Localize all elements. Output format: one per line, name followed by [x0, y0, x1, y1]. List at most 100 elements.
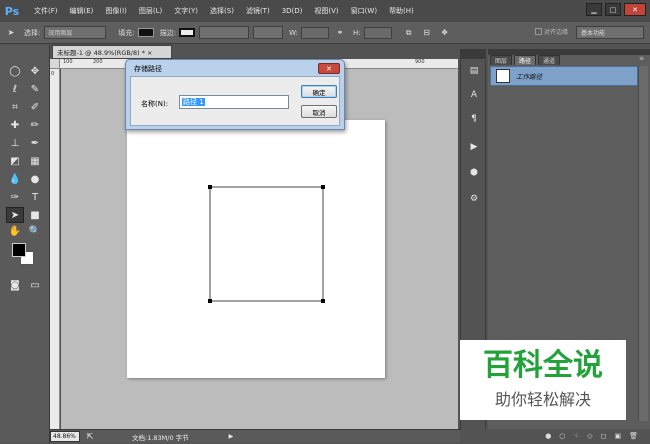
ruler-corner: [50, 59, 60, 69]
stroke-path-icon[interactable]: ○: [559, 432, 565, 440]
fill-swatch[interactable]: [137, 28, 154, 37]
brush-tool-icon[interactable]: ✏: [26, 117, 44, 133]
hand-tool-icon[interactable]: ✋: [6, 223, 24, 239]
tab-paths[interactable]: 路径: [514, 55, 537, 65]
status-bar: 48.86% ⇱ 文档:1.83M/0 字节 ▶: [50, 429, 460, 443]
load-selection-icon[interactable]: ⁘: [573, 432, 579, 440]
clone-stamp-tool-icon[interactable]: ⊥: [6, 135, 24, 151]
path-select-tool-icon[interactable]: ➤: [4, 26, 18, 40]
elliptical-marquee-tool-icon[interactable]: ◯: [6, 63, 24, 79]
panel-menu-icon[interactable]: ≡: [639, 55, 644, 62]
rectangle-tool-icon[interactable]: ■: [26, 207, 44, 223]
menu-help[interactable]: 帮助(H): [389, 6, 414, 16]
height-field[interactable]: [363, 26, 392, 39]
document-info: 文档:1.83M/0 字节: [132, 433, 189, 442]
make-work-path-icon[interactable]: ◇: [587, 432, 592, 440]
stroke-swatch[interactable]: [179, 28, 196, 37]
crop-tool-icon[interactable]: ⌗: [6, 99, 24, 115]
path-selection-tool-icon[interactable]: ➤: [6, 207, 24, 223]
align-edges-option[interactable]: 对齐边缘: [535, 27, 568, 36]
move-tool-icon[interactable]: ✥: [26, 63, 44, 79]
history-brush-tool-icon[interactable]: ✒: [26, 135, 44, 151]
panel-footer: ● ○ ⁘ ◇ ◻ ▣ 🗑: [488, 429, 650, 443]
zoom-field[interactable]: 48.86%: [50, 431, 80, 442]
link-icon[interactable]: ⚭: [333, 26, 347, 40]
path-name: 工作路径: [516, 73, 542, 81]
document-tab[interactable]: 未标题-1 @ 48.9%(RGB/8) * ×: [52, 45, 172, 59]
close-button[interactable]: ✕: [624, 3, 646, 16]
quick-select-tool-icon[interactable]: ✎: [26, 81, 44, 97]
type-tool-icon[interactable]: T: [26, 189, 44, 205]
eyedropper-tool-icon[interactable]: ✐: [26, 99, 44, 115]
document-canvas[interactable]: [127, 120, 385, 378]
width-field[interactable]: [300, 26, 329, 39]
eraser-tool-icon[interactable]: ◩: [6, 153, 24, 169]
gradient-tool-icon[interactable]: ▦: [26, 153, 44, 169]
photoshop-logo: Ps: [4, 4, 20, 18]
actions-panel-icon[interactable]: ▶: [466, 140, 482, 154]
stroke-type-dropdown[interactable]: [253, 26, 284, 39]
watermark-subtitle: 助你轻松解决: [494, 390, 591, 409]
menu-view[interactable]: 视图(V): [314, 6, 338, 16]
menu-bar: Ps 文件(F) 编辑(E) 图像(I) 图层(L) 文字(Y) 选择(S) 滤…: [0, 0, 650, 22]
quick-mask-icon[interactable]: ◙: [6, 277, 24, 293]
paragraph-panel-icon[interactable]: ¶: [466, 112, 482, 126]
watermark-logo: 百科全说 助你轻松解决: [460, 340, 626, 420]
ruler-mark: 200: [93, 59, 103, 65]
tab-channels[interactable]: 通道: [538, 55, 561, 65]
status-menu-arrow[interactable]: ▶: [229, 433, 234, 440]
add-mask-icon[interactable]: ◻: [601, 432, 607, 440]
panel-scrollbar[interactable]: [638, 66, 648, 421]
path-arrangement-icon[interactable]: ❖: [438, 26, 452, 40]
3d-panel-icon[interactable]: ⬢: [466, 166, 482, 180]
path-operations-icon[interactable]: ⧉: [402, 26, 416, 40]
foreground-color-swatch[interactable]: [12, 243, 26, 257]
watermark-title: 百科全说: [483, 348, 603, 383]
fill-path-icon[interactable]: ●: [545, 432, 551, 440]
blur-tool-icon[interactable]: 💧: [6, 171, 24, 187]
save-path-dialog: 存储路径 ✕ 名称(N): 路径 1 确定 取消: [125, 59, 345, 130]
window-controls: ▁ □ ✕: [586, 3, 646, 16]
character-panel-icon[interactable]: A: [466, 88, 482, 102]
menu-filter[interactable]: 滤镜(T): [246, 6, 270, 16]
vertical-ruler: 0: [50, 69, 60, 429]
cancel-button[interactable]: 取消: [301, 105, 337, 118]
dodge-tool-icon[interactable]: ●: [26, 171, 44, 187]
work-path-row[interactable]: 工作路径: [490, 66, 638, 86]
menu-select[interactable]: 选择(S): [210, 6, 234, 16]
path-name-value: 路径 1: [182, 98, 205, 106]
select-dropdown[interactable]: 现用图层: [44, 26, 107, 39]
history-panel-icon[interactable]: ▤: [466, 64, 482, 78]
path-alignment-icon[interactable]: ⊟: [420, 26, 434, 40]
menu-layer[interactable]: 图层(L): [139, 6, 162, 16]
properties-panel-icon[interactable]: ⚙: [466, 192, 482, 206]
pen-tool-icon[interactable]: ✑: [6, 189, 24, 205]
share-icon[interactable]: ⇱: [83, 430, 97, 444]
menu-edit[interactable]: 编辑(E): [70, 6, 94, 16]
align-edges-checkbox[interactable]: [535, 28, 542, 35]
menu-file[interactable]: 文件(F): [34, 6, 58, 16]
screen-mode-icon[interactable]: ▭: [26, 277, 44, 293]
minimize-button[interactable]: ▁: [586, 3, 602, 16]
healing-brush-tool-icon[interactable]: ✚: [6, 117, 24, 133]
stroke-width-dropdown[interactable]: [199, 26, 250, 39]
menu-image[interactable]: 图像(I): [105, 6, 127, 16]
icon-strip-header: [460, 49, 486, 59]
work-path-shape[interactable]: [127, 120, 385, 378]
dialog-close-button[interactable]: ✕: [318, 63, 340, 74]
tab-layers[interactable]: 图层: [490, 55, 513, 65]
path-name-input[interactable]: 路径 1: [179, 95, 289, 109]
menu-window[interactable]: 窗口(W): [351, 6, 377, 16]
menu-type[interactable]: 文字(Y): [174, 6, 198, 16]
stroke-label: 描边:: [159, 28, 177, 37]
ok-button[interactable]: 确定: [301, 85, 337, 98]
new-path-icon[interactable]: ▣: [614, 432, 621, 440]
workspace-dropdown[interactable]: 基本功能: [576, 26, 644, 39]
zoom-tool-icon[interactable]: 🔍: [26, 223, 44, 239]
align-edges-label: 对齐边缘: [544, 29, 569, 36]
fill-label: 填充:: [118, 28, 135, 37]
maximize-button[interactable]: □: [605, 3, 621, 16]
lasso-tool-icon[interactable]: ℓ: [6, 81, 24, 97]
trash-icon[interactable]: 🗑: [629, 432, 638, 440]
menu-3d[interactable]: 3D(D): [282, 7, 303, 15]
